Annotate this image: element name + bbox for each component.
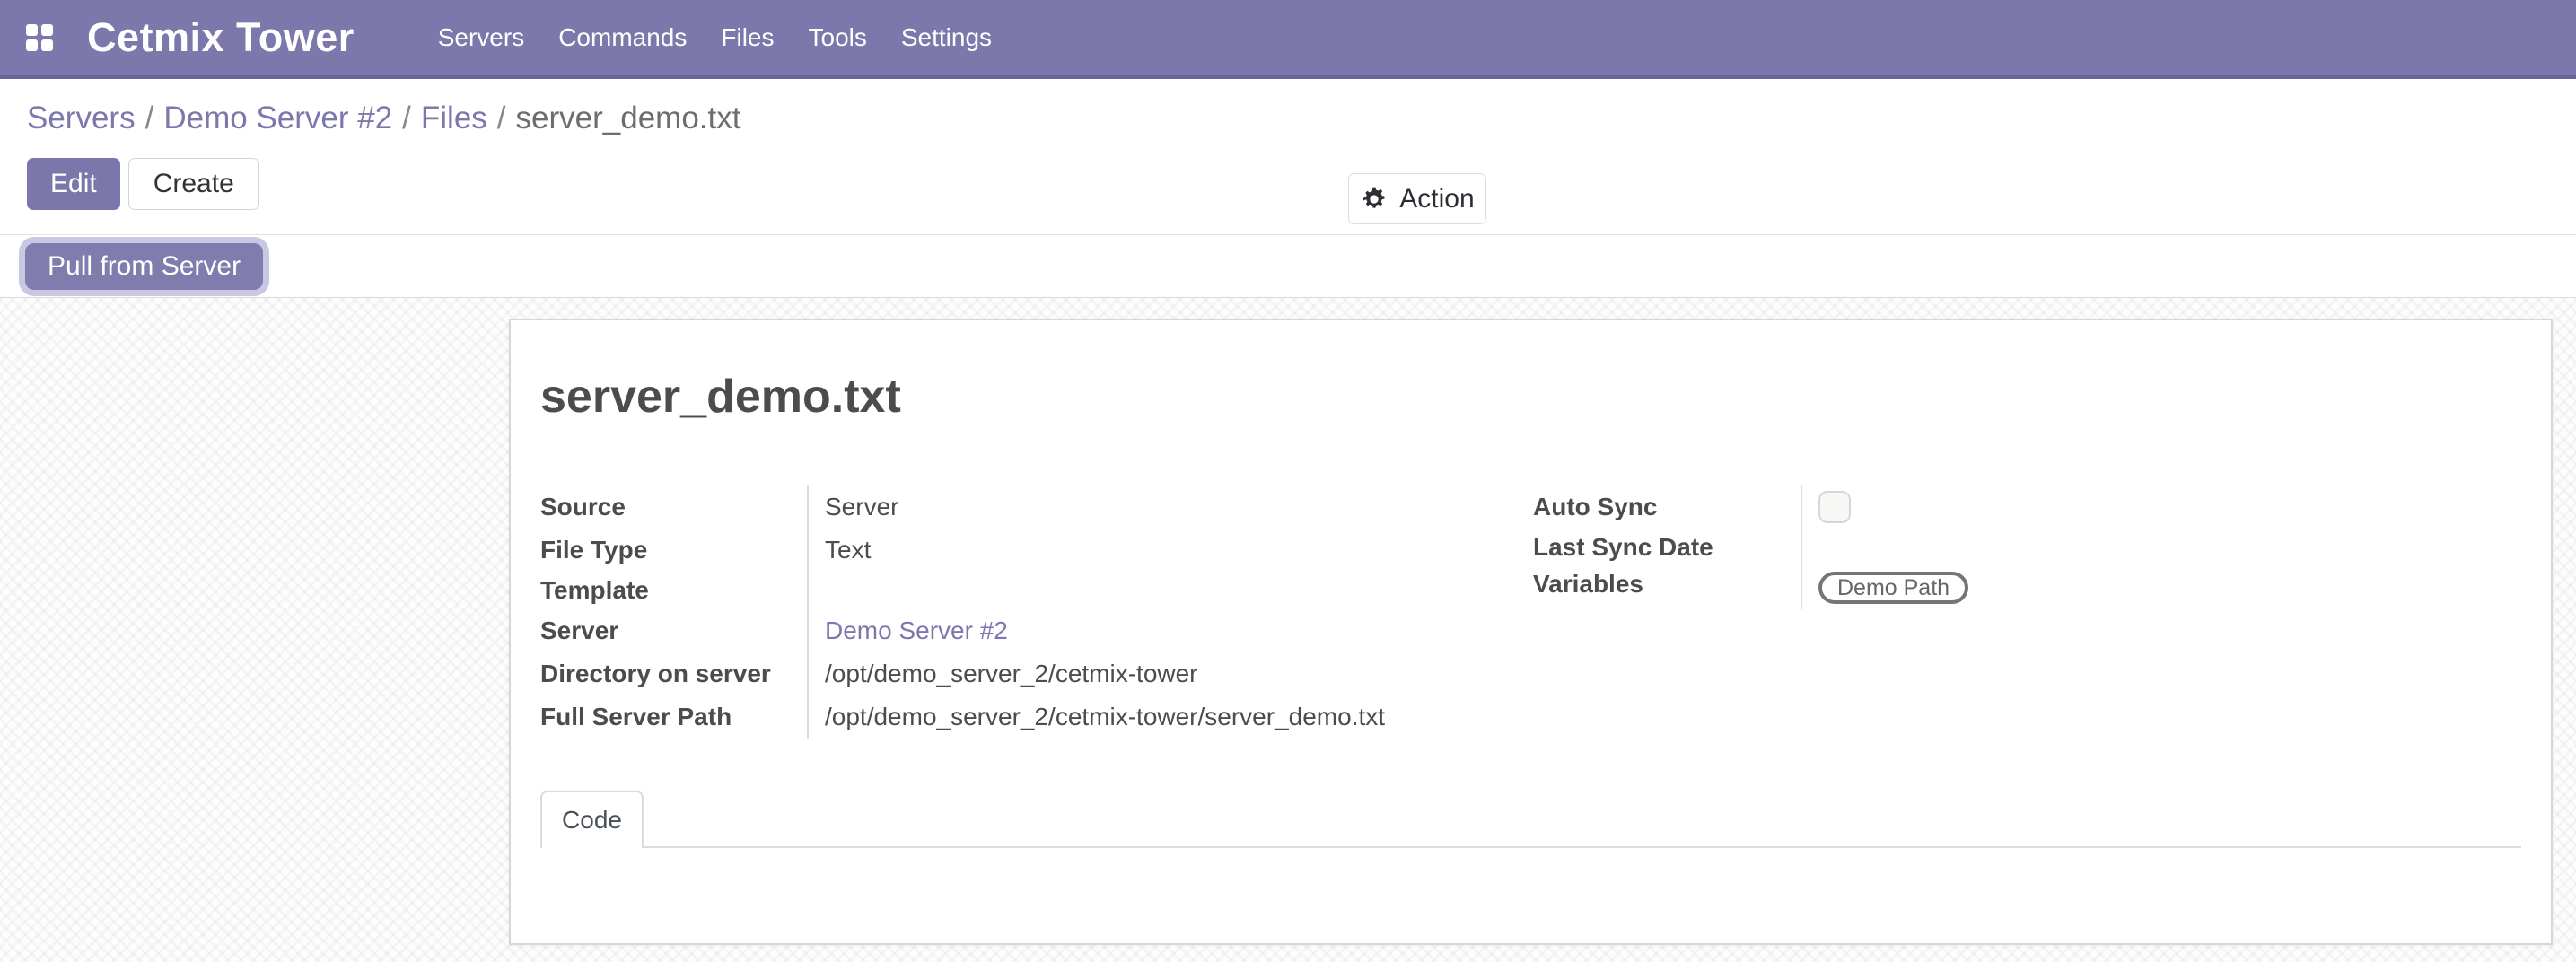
notebook-tabs: Code (540, 791, 2521, 848)
field-value-auto-sync (1802, 485, 2521, 529)
form-statusbar: Pull from Server (0, 235, 2576, 298)
field-value-variables: Demo Path (1802, 566, 2521, 609)
apps-grid-dot (26, 39, 38, 51)
field-label-variables: Variables (1533, 566, 1802, 609)
field-group-left: Source Server File Type Text Template Se… (540, 485, 1533, 739)
apps-grid-dot (41, 39, 53, 51)
field-label-full-path: Full Server Path (540, 695, 809, 739)
form-view-background: server_demo.txt Source Server File Type … (0, 298, 2576, 962)
field-label-server: Server (540, 609, 809, 652)
breadcrumb-servers[interactable]: Servers (27, 101, 136, 136)
main-menu: Servers Commands Files Tools Settings (421, 0, 1009, 75)
top-navbar: Cetmix Tower Servers Commands Files Tool… (0, 0, 2576, 79)
gear-icon (1360, 185, 1389, 214)
apps-grid-dot (26, 24, 38, 36)
form-sheet: server_demo.txt Source Server File Type … (509, 319, 2553, 945)
field-value-directory: /opt/demo_server_2/cetmix-tower (809, 652, 1533, 695)
field-label-file-type: File Type (540, 529, 809, 572)
app-brand[interactable]: Cetmix Tower (87, 14, 355, 61)
field-label-source: Source (540, 485, 809, 529)
field-label-last-sync-date: Last Sync Date (1533, 529, 1802, 566)
record-title: server_demo.txt (540, 372, 2521, 422)
apps-grid-dot (41, 24, 53, 36)
apps-menu-icon[interactable] (26, 24, 53, 51)
field-label-template: Template (540, 572, 809, 609)
field-groups: Source Server File Type Text Template Se… (540, 485, 2521, 739)
auto-sync-checkbox[interactable] (1818, 491, 1851, 523)
variable-tag: Demo Path (1818, 572, 1968, 604)
menu-files[interactable]: Files (704, 0, 791, 75)
breadcrumb-separator: / (392, 101, 421, 136)
notebook: Code (540, 791, 2521, 848)
breadcrumb: Servers/Demo Server #2/Files/server_demo… (27, 99, 2576, 138)
menu-settings[interactable]: Settings (884, 0, 1009, 75)
breadcrumb-separator: / (136, 101, 164, 136)
breadcrumb-demo-server[interactable]: Demo Server #2 (163, 101, 392, 136)
server-record-link[interactable]: Demo Server #2 (825, 617, 1008, 645)
edit-button[interactable]: Edit (27, 158, 120, 210)
action-menu-group: Action (1348, 173, 1486, 224)
field-value-full-path: /opt/demo_server_2/cetmix-tower/server_d… (809, 695, 1533, 739)
tab-code[interactable]: Code (540, 791, 644, 848)
field-value-file-type: Text (809, 529, 1533, 572)
field-value-source: Server (809, 485, 1533, 529)
create-button[interactable]: Create (128, 158, 259, 210)
action-button[interactable]: Action (1348, 173, 1486, 224)
field-label-directory: Directory on server (540, 652, 809, 695)
control-panel: Servers/Demo Server #2/Files/server_demo… (0, 79, 2576, 235)
breadcrumb-files[interactable]: Files (421, 101, 487, 136)
field-value-last-sync-date (1802, 529, 2521, 566)
menu-tools[interactable]: Tools (792, 0, 884, 75)
breadcrumb-current: server_demo.txt (516, 101, 741, 136)
field-value-template (809, 572, 1533, 609)
field-group-right: Auto Sync Last Sync Date Variables Demo … (1533, 485, 2521, 739)
breadcrumb-separator: / (487, 101, 516, 136)
control-panel-buttons: Edit Create (27, 158, 2576, 210)
pull-from-server-button[interactable]: Pull from Server (25, 243, 263, 290)
field-value-server: Demo Server #2 (809, 609, 1533, 652)
menu-servers[interactable]: Servers (421, 0, 541, 75)
field-label-auto-sync: Auto Sync (1533, 485, 1802, 529)
action-button-label: Action (1399, 184, 1474, 214)
menu-commands[interactable]: Commands (541, 0, 704, 75)
